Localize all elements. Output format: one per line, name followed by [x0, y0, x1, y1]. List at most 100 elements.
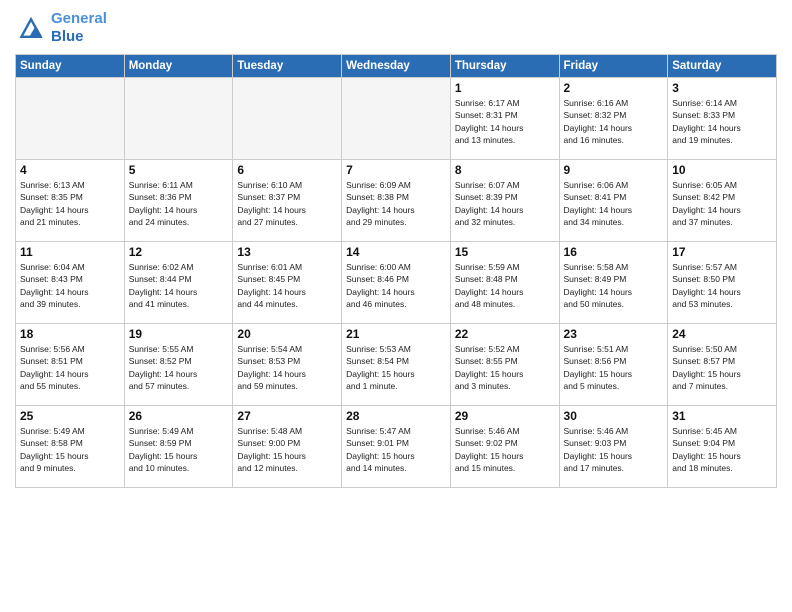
day-number: 16 [564, 245, 664, 259]
day-number: 27 [237, 409, 337, 423]
day-info: Sunrise: 5:46 AM Sunset: 9:03 PM Dayligh… [564, 425, 664, 474]
day-number: 12 [129, 245, 229, 259]
day-info: Sunrise: 6:11 AM Sunset: 8:36 PM Dayligh… [129, 179, 229, 228]
day-cell: 12 Sunrise: 6:02 AM Sunset: 8:44 PM Dayli… [124, 242, 233, 324]
weekday-monday: Monday [124, 55, 233, 78]
week-row-5: 25 Sunrise: 5:49 AM Sunset: 8:58 PM Dayli… [16, 406, 777, 488]
logo-icon [15, 14, 47, 42]
day-info: Sunrise: 5:53 AM Sunset: 8:54 PM Dayligh… [346, 343, 446, 392]
day-info: Sunrise: 5:48 AM Sunset: 9:00 PM Dayligh… [237, 425, 337, 474]
day-cell: 2 Sunrise: 6:16 AM Sunset: 8:32 PM Daylig… [559, 78, 668, 160]
day-number: 13 [237, 245, 337, 259]
day-cell: 22Sunrise: 5:52 AM Sunset: 8:55 PM Dayli… [450, 324, 559, 406]
day-info: Sunrise: 6:07 AM Sunset: 8:39 PM Dayligh… [455, 179, 555, 228]
day-info: Sunrise: 6:09 AM Sunset: 8:38 PM Dayligh… [346, 179, 446, 228]
day-cell: 19 Sunrise: 5:55 AM Sunset: 8:52 PM Dayli… [124, 324, 233, 406]
day-number: 20 [237, 327, 337, 341]
day-number: 5 [129, 163, 229, 177]
day-number: 4 [20, 163, 120, 177]
day-info: Sunrise: 6:04 AM Sunset: 8:43 PM Dayligh… [20, 261, 120, 310]
day-number: 25 [20, 409, 120, 423]
day-cell: 31 Sunrise: 5:45 AM Sunset: 9:04 PM Dayli… [668, 406, 777, 488]
day-number: 9 [564, 163, 664, 177]
day-number: 28 [346, 409, 446, 423]
day-cell: 29 Sunrise: 5:46 AM Sunset: 9:02 PM Dayli… [450, 406, 559, 488]
day-info: Sunrise: 5:56 AM Sunset: 8:51 PM Dayligh… [20, 343, 120, 392]
day-cell [233, 78, 342, 160]
day-number: 3 [672, 81, 772, 95]
weekday-header-row: SundayMondayTuesdayWednesdayThursdayFrid… [16, 55, 777, 78]
day-cell: 16 Sunrise: 5:58 AM Sunset: 8:49 PM Dayli… [559, 242, 668, 324]
day-cell: 24 Sunrise: 5:50 AM Sunset: 8:57 PM Dayli… [668, 324, 777, 406]
day-info: Sunrise: 5:52 AM Sunset: 8:55 PM Dayligh… [455, 343, 555, 392]
day-number: 14 [346, 245, 446, 259]
day-cell: 27 Sunrise: 5:48 AM Sunset: 9:00 PM Dayli… [233, 406, 342, 488]
day-info: Sunrise: 6:06 AM Sunset: 8:41 PM Dayligh… [564, 179, 664, 228]
day-number: 10 [672, 163, 772, 177]
day-info: Sunrise: 5:59 AM Sunset: 8:48 PM Dayligh… [455, 261, 555, 310]
day-number: 29 [455, 409, 555, 423]
day-info: Sunrise: 6:16 AM Sunset: 8:32 PM Dayligh… [564, 97, 664, 146]
day-info: Sunrise: 5:55 AM Sunset: 8:52 PM Dayligh… [129, 343, 229, 392]
day-info: Sunrise: 6:10 AM Sunset: 8:37 PM Dayligh… [237, 179, 337, 228]
day-info: Sunrise: 6:01 AM Sunset: 8:45 PM Dayligh… [237, 261, 337, 310]
day-cell [16, 78, 125, 160]
logo-text: General Blue [51, 10, 107, 46]
day-cell: 17Sunrise: 5:57 AM Sunset: 8:50 PM Dayli… [668, 242, 777, 324]
week-row-4: 18 Sunrise: 5:56 AM Sunset: 8:51 PM Dayli… [16, 324, 777, 406]
day-number: 15 [455, 245, 555, 259]
day-info: Sunrise: 5:54 AM Sunset: 8:53 PM Dayligh… [237, 343, 337, 392]
day-info: Sunrise: 5:57 AM Sunset: 8:50 PM Dayligh… [672, 261, 772, 310]
day-info: Sunrise: 5:49 AM Sunset: 8:58 PM Dayligh… [20, 425, 120, 474]
day-info: Sunrise: 5:47 AM Sunset: 9:01 PM Dayligh… [346, 425, 446, 474]
day-info: Sunrise: 5:58 AM Sunset: 8:49 PM Dayligh… [564, 261, 664, 310]
day-cell [124, 78, 233, 160]
day-cell: 13 Sunrise: 6:01 AM Sunset: 8:45 PM Dayli… [233, 242, 342, 324]
day-cell: 21 Sunrise: 5:53 AM Sunset: 8:54 PM Dayli… [342, 324, 451, 406]
day-number: 24 [672, 327, 772, 341]
day-info: Sunrise: 6:00 AM Sunset: 8:46 PM Dayligh… [346, 261, 446, 310]
day-number: 2 [564, 81, 664, 95]
day-cell: 20 Sunrise: 5:54 AM Sunset: 8:53 PM Dayli… [233, 324, 342, 406]
day-info: Sunrise: 6:05 AM Sunset: 8:42 PM Dayligh… [672, 179, 772, 228]
day-cell: 4 Sunrise: 6:13 AM Sunset: 8:35 PM Daylig… [16, 160, 125, 242]
day-cell: 25 Sunrise: 5:49 AM Sunset: 8:58 PM Dayli… [16, 406, 125, 488]
weekday-wednesday: Wednesday [342, 55, 451, 78]
weekday-sunday: Sunday [16, 55, 125, 78]
day-info: Sunrise: 6:13 AM Sunset: 8:35 PM Dayligh… [20, 179, 120, 228]
day-info: Sunrise: 5:45 AM Sunset: 9:04 PM Dayligh… [672, 425, 772, 474]
day-cell: 23Sunrise: 5:51 AM Sunset: 8:56 PM Dayli… [559, 324, 668, 406]
day-info: Sunrise: 6:14 AM Sunset: 8:33 PM Dayligh… [672, 97, 772, 146]
weekday-tuesday: Tuesday [233, 55, 342, 78]
day-info: Sunrise: 6:17 AM Sunset: 8:31 PM Dayligh… [455, 97, 555, 146]
day-info: Sunrise: 6:02 AM Sunset: 8:44 PM Dayligh… [129, 261, 229, 310]
day-number: 6 [237, 163, 337, 177]
day-cell: 6 Sunrise: 6:10 AM Sunset: 8:37 PM Daylig… [233, 160, 342, 242]
day-number: 19 [129, 327, 229, 341]
day-cell: 11 Sunrise: 6:04 AM Sunset: 8:43 PM Dayli… [16, 242, 125, 324]
day-number: 18 [20, 327, 120, 341]
day-info: Sunrise: 5:46 AM Sunset: 9:02 PM Dayligh… [455, 425, 555, 474]
day-number: 7 [346, 163, 446, 177]
day-info: Sunrise: 5:50 AM Sunset: 8:57 PM Dayligh… [672, 343, 772, 392]
day-cell: 26Sunrise: 5:49 AM Sunset: 8:59 PM Dayli… [124, 406, 233, 488]
weekday-saturday: Saturday [668, 55, 777, 78]
day-number: 21 [346, 327, 446, 341]
calendar-table: SundayMondayTuesdayWednesdayThursdayFrid… [15, 54, 777, 488]
day-cell: 18 Sunrise: 5:56 AM Sunset: 8:51 PM Dayli… [16, 324, 125, 406]
day-cell: 10 Sunrise: 6:05 AM Sunset: 8:42 PM Dayli… [668, 160, 777, 242]
day-cell: 15 Sunrise: 5:59 AM Sunset: 8:48 PM Dayli… [450, 242, 559, 324]
day-cell: 3 Sunrise: 6:14 AM Sunset: 8:33 PM Daylig… [668, 78, 777, 160]
day-number: 1 [455, 81, 555, 95]
day-number: 31 [672, 409, 772, 423]
week-row-1: 1 Sunrise: 6:17 AM Sunset: 8:31 PM Daylig… [16, 78, 777, 160]
weekday-friday: Friday [559, 55, 668, 78]
day-cell: 14 Sunrise: 6:00 AM Sunset: 8:46 PM Dayli… [342, 242, 451, 324]
page-header: General Blue [15, 10, 777, 46]
day-number: 11 [20, 245, 120, 259]
day-cell: 9 Sunrise: 6:06 AM Sunset: 8:41 PM Daylig… [559, 160, 668, 242]
day-cell: 30Sunrise: 5:46 AM Sunset: 9:03 PM Dayli… [559, 406, 668, 488]
day-cell: 5 Sunrise: 6:11 AM Sunset: 8:36 PM Daylig… [124, 160, 233, 242]
week-row-2: 4 Sunrise: 6:13 AM Sunset: 8:35 PM Daylig… [16, 160, 777, 242]
weekday-thursday: Thursday [450, 55, 559, 78]
